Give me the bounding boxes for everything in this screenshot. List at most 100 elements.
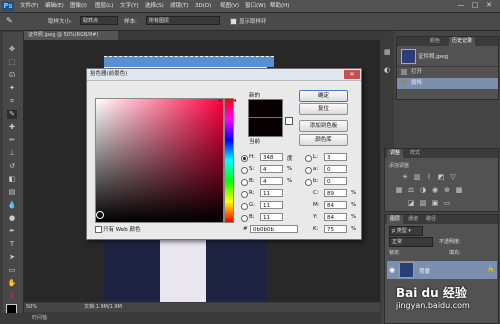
tab-channels[interactable]: 通道 — [405, 215, 421, 224]
ok-button[interactable]: 确定 — [299, 90, 348, 102]
timeline-tab[interactable]: 时间轴 — [32, 313, 47, 324]
blue-field[interactable]: 11 — [260, 213, 283, 221]
color-libraries-button[interactable]: 颜色库 — [299, 134, 348, 146]
h-radio[interactable] — [241, 155, 248, 162]
hue-slider-right-arrow[interactable]: ◂ — [233, 97, 236, 104]
hue-slider-left-arrow[interactable]: ▸ — [219, 97, 222, 104]
hex-field[interactable]: 0b0b0b — [250, 225, 298, 233]
gradient-tool-icon[interactable]: ▤ — [7, 188, 17, 197]
menu-3d[interactable]: 3D(D) — [195, 1, 211, 11]
a-radio[interactable] — [305, 167, 312, 174]
saturation-brightness-field[interactable] — [95, 98, 224, 223]
menu-layer[interactable]: 图层(L) — [95, 1, 113, 11]
history-item[interactable]: 打开 — [397, 67, 498, 78]
menu-window[interactable]: 窗口(W) — [245, 1, 266, 11]
history-item-selected[interactable]: 魔棒 — [397, 78, 498, 89]
brightness-icon[interactable]: ☀ — [401, 173, 409, 181]
eyedropper-tool-icon[interactable]: ✎ — [7, 110, 17, 119]
channel-mixer-icon[interactable]: ⊕ — [443, 186, 451, 194]
dodge-tool-icon[interactable]: ● — [7, 214, 17, 223]
tab-styles[interactable]: 样式 — [407, 149, 423, 158]
b-field[interactable]: 4 — [260, 177, 283, 185]
healing-brush-icon[interactable]: ✚ — [7, 123, 17, 132]
zoom-tool-icon[interactable]: ⬆ — [7, 292, 17, 301]
sample-select[interactable]: 所有图层 — [146, 16, 220, 25]
lab-b-radio[interactable] — [305, 179, 312, 186]
history-brush-icon[interactable]: ↺ — [7, 162, 17, 171]
minimize-button[interactable]: — — [456, 1, 466, 10]
threshold-icon[interactable]: ▣ — [431, 199, 439, 207]
reset-button[interactable]: 复位 — [299, 103, 348, 115]
lab-b-field[interactable]: 0 — [324, 177, 347, 185]
s-radio[interactable] — [241, 167, 248, 174]
color-lookup-icon[interactable]: ▩ — [455, 186, 463, 194]
current-color-swatch[interactable] — [248, 117, 283, 137]
eye-icon[interactable]: ◉ — [389, 266, 395, 274]
blur-tool-icon[interactable]: 💧 — [7, 201, 17, 210]
marquee-tool-icon[interactable]: ⬚ — [7, 58, 17, 67]
curves-icon[interactable]: ⌇ — [425, 173, 433, 181]
h-field[interactable]: 348 — [260, 153, 283, 161]
hue-saturation-icon[interactable]: ▦ — [395, 186, 403, 194]
zoom-level[interactable]: 50% — [26, 303, 37, 312]
menu-edit[interactable]: 编辑(E) — [45, 1, 64, 11]
invert-icon[interactable]: ◪ — [407, 199, 415, 207]
tab-history[interactable]: 历史记录 — [449, 37, 476, 46]
black-white-icon[interactable]: ◑ — [419, 186, 427, 194]
menu-filter[interactable]: 滤镜(T) — [170, 1, 189, 11]
move-tool-icon[interactable]: ✥ — [7, 45, 17, 54]
path-select-icon[interactable]: ➤ — [7, 253, 17, 262]
blue-radio[interactable] — [241, 215, 248, 222]
clone-stamp-icon[interactable]: ⊥ — [7, 149, 17, 158]
close-window-button[interactable]: ✕ — [484, 1, 494, 10]
color-picker-marker[interactable] — [96, 211, 104, 219]
dialog-close-button[interactable]: ✕ — [344, 70, 360, 79]
hand-tool-icon[interactable]: ✋ — [7, 279, 17, 288]
k-field[interactable]: 75 — [324, 225, 347, 233]
l-field[interactable]: 3 — [324, 153, 347, 161]
y-field[interactable]: 84 — [324, 213, 347, 221]
type-tool-icon[interactable]: T — [7, 240, 17, 249]
tab-adjustments[interactable]: 调整 — [387, 149, 404, 158]
lasso-tool-icon[interactable]: ᘏ — [7, 71, 17, 80]
l-radio[interactable] — [305, 155, 312, 162]
tab-layers[interactable]: 图层 — [387, 215, 404, 224]
add-to-swatches-button[interactable]: 添加到色板 — [299, 120, 348, 132]
magic-wand-icon[interactable]: ✦ — [7, 84, 17, 93]
b-radio[interactable] — [241, 179, 248, 186]
menu-view[interactable]: 视图(V) — [220, 1, 239, 11]
vibrance-icon[interactable]: ▽ — [449, 173, 457, 181]
menu-type[interactable]: 文字(Y) — [120, 1, 139, 11]
a-field[interactable]: 0 — [324, 165, 347, 173]
tab-color[interactable]: 颜色 — [427, 37, 443, 46]
m-field[interactable]: 84 — [324, 201, 347, 209]
tab-paths[interactable]: 路径 — [423, 215, 439, 224]
menu-select[interactable]: 选择(S) — [145, 1, 164, 11]
layer-row[interactable]: ◉ 背景 🔒 — [387, 261, 497, 279]
menu-image[interactable]: 图像(I) — [70, 1, 87, 11]
r-field[interactable]: 11 — [260, 189, 283, 197]
history-snapshot-thumb[interactable] — [401, 49, 416, 64]
layer-filter-select[interactable]: ρ 类型 ▾ — [389, 226, 423, 236]
pen-tool-icon[interactable]: ✒ — [7, 227, 17, 236]
r-radio[interactable] — [241, 191, 248, 198]
eraser-icon[interactable]: ◧ — [7, 175, 17, 184]
color-balance-icon[interactable]: ⚖ — [407, 186, 415, 194]
color-panel-icon[interactable]: ◐ — [384, 66, 392, 74]
menu-file[interactable]: 文件(F) — [20, 1, 38, 11]
sampling-ring-checkbox[interactable] — [230, 18, 237, 25]
history-snapshot-label[interactable]: 证件照.jpeg — [418, 52, 448, 60]
gamut-cube-icon[interactable] — [285, 117, 293, 125]
menu-help[interactable]: 帮助(H) — [270, 1, 289, 11]
photo-filter-icon[interactable]: ◉ — [431, 186, 439, 194]
levels-icon[interactable]: ▥ — [413, 173, 421, 181]
layer-name[interactable]: 背景 — [419, 267, 430, 275]
g-field[interactable]: 11 — [260, 201, 283, 209]
blend-mode-select[interactable]: 正常 — [389, 237, 433, 247]
hue-slider[interactable] — [224, 98, 234, 223]
crop-tool-icon[interactable]: ⌗ — [7, 97, 17, 106]
history-panel-icon[interactable]: ▦ — [384, 48, 392, 56]
gradient-map-icon[interactable]: ▭ — [443, 199, 451, 207]
sample-size-select[interactable]: 取样点 — [80, 16, 118, 25]
exposure-icon[interactable]: ◩ — [437, 173, 445, 181]
